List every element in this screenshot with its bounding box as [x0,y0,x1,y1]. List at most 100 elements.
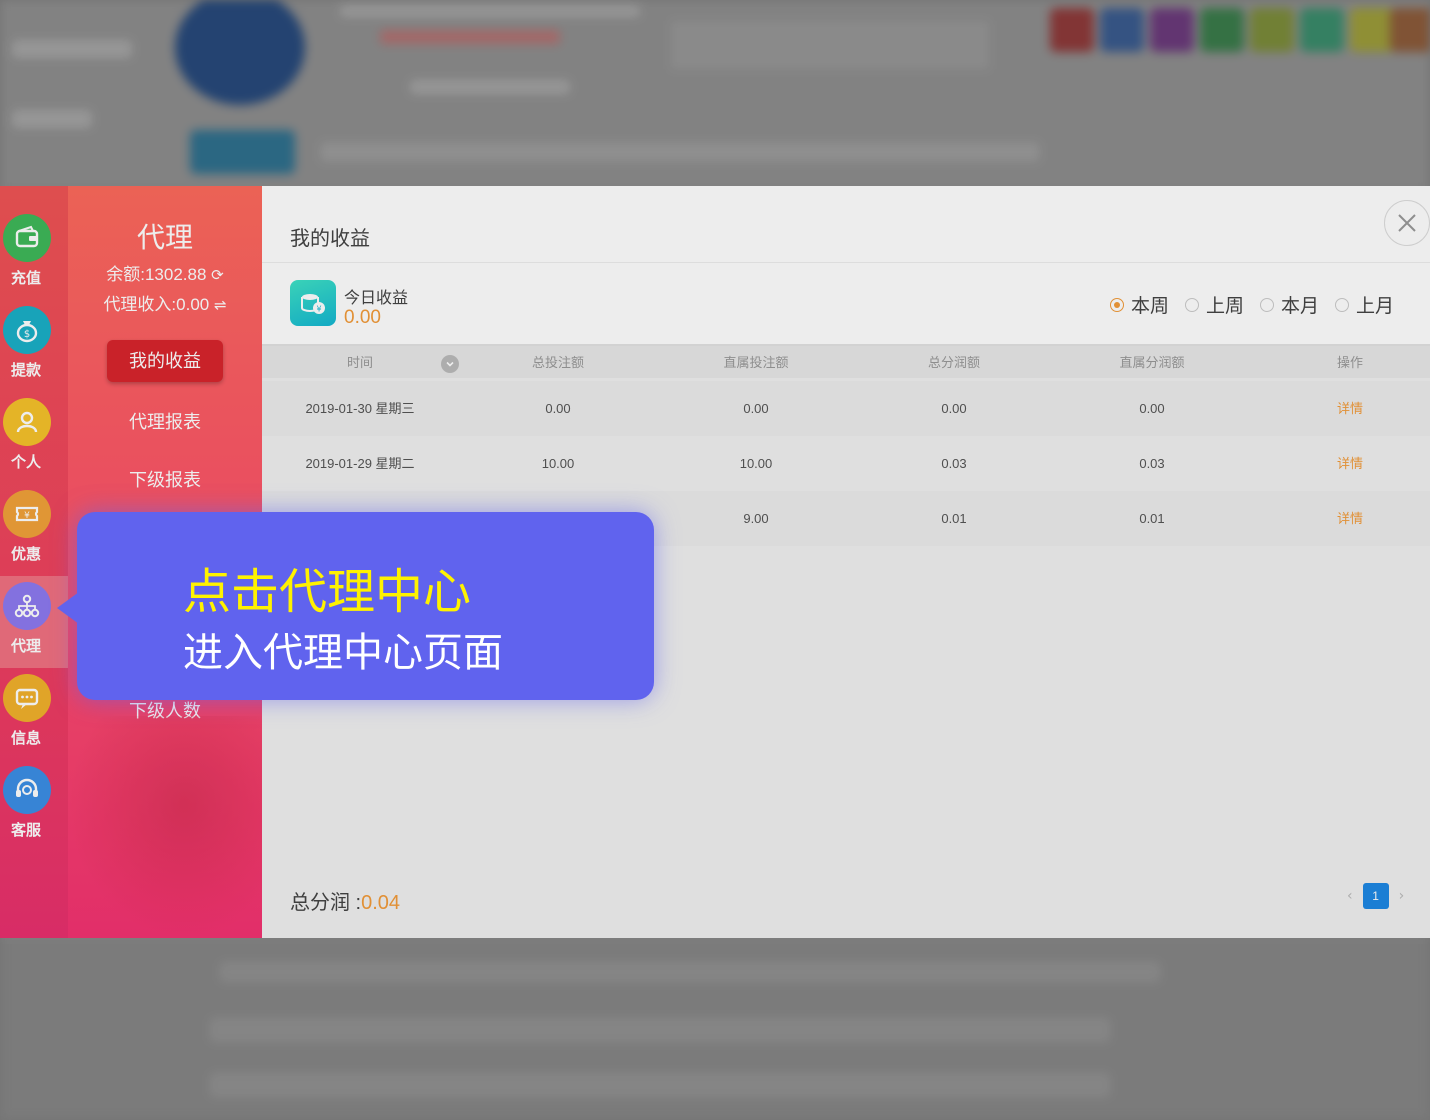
callout-pointer [57,592,79,624]
menu-label: 我的收益 [107,340,223,382]
range-this-month[interactable]: 本月 [1259,291,1319,318]
page-button[interactable]: 1 [1362,883,1389,909]
cell-direct-profit: 0.00 [1139,401,1165,416]
cell-direct-profit: 0.01 [1139,511,1165,526]
details-link[interactable]: 详情 [1251,436,1430,491]
prev-page-icon[interactable]: ‹ [1347,888,1353,904]
background-swatch [1390,8,1430,52]
radio-label: 本月 [1280,296,1319,317]
pagination: ‹ 1 › [1347,883,1404,909]
income-line: 代理收入:0.00 ⇌ [68,290,262,315]
range-last-week[interactable]: 上周 [1184,291,1244,318]
radio-label: 上周 [1205,296,1244,317]
user-icon [3,398,51,446]
background-swatch [1050,8,1094,52]
background-text [12,110,92,128]
background-swatch [1350,8,1394,52]
menu-my-earnings[interactable]: 我的收益 [68,340,262,382]
next-page-icon[interactable]: › [1399,888,1405,904]
range-selector: 本周 上周 本月 上月 [1109,291,1394,318]
agent-title: 代理 [136,222,193,253]
today-earnings-value: 0.00 [344,307,381,328]
icon-rail: 充值 $ 提款 个人 ¥ 优惠 代理 信息 客服 [0,186,68,938]
details-link[interactable]: 详情 [1251,491,1430,546]
background-text [210,1073,1110,1097]
table-row: 2019-01-29 星期二 10.00 10.00 0.03 0.03 详情 [262,436,1430,491]
background-text [220,962,1160,982]
rail-item-support[interactable]: 客服 [0,760,68,852]
menu-label: 下级报表 [129,470,201,490]
range-this-week[interactable]: 本周 [1109,291,1169,318]
background-text [670,20,990,70]
rail-label: 优惠 [10,546,41,563]
balance-line: 余额:1302.88 ⟳ [68,260,262,285]
cell-direct-bet: 10.00 [739,456,773,471]
radio-unchecked [1334,297,1349,312]
today-earnings-label: 今日收益 [344,290,409,307]
cell-total-profit: 0.01 [941,511,967,526]
message-icon [3,674,51,722]
col-header-total-profit: 总分润额 [927,355,980,370]
rail-label: 充值 [10,270,41,287]
background-text [340,5,640,17]
menu-sub-report[interactable]: 下级报表 [68,466,262,492]
col-header-direct-profit: 直属分润额 [1119,355,1185,370]
details-link[interactable]: 详情 [1251,381,1430,436]
great-wall-decoration [68,716,262,938]
background-text [380,30,560,44]
svg-text:¥: ¥ [24,511,30,521]
transfer-icon[interactable]: ⇌ [214,296,227,314]
menu-label: 代理报表 [129,412,201,432]
total-profit: 总分润 :0.04 [290,886,400,915]
close-button[interactable] [1384,200,1430,246]
table-row: 2019-01-30 星期三 0.00 0.00 0.00 0.00 详情 [262,381,1430,436]
radio-checked [1109,297,1124,312]
background-nav [320,142,1040,162]
range-last-month[interactable]: 上月 [1334,291,1394,318]
close-icon [1398,214,1416,232]
callout-subtitle: 进入代理中心页面 [183,631,503,675]
balance-text: 余额:1302.88 [106,265,207,284]
radio-unchecked [1259,297,1274,312]
rail-item-recharge[interactable]: 充值 [0,208,68,300]
rail-item-withdraw[interactable]: $ 提款 [0,300,68,392]
rail-label: 信息 [10,730,41,747]
table-header: 时间 总投注额 直属投注额 总分润额 直属分润额 操作 [262,344,1430,378]
cell-total-profit: 0.00 [941,401,967,416]
headset-icon [3,766,51,814]
callout-title: 点击代理中心 [183,566,472,619]
col-header-direct-bet: 直属投注额 [723,355,789,370]
money-bag-icon: $ [3,306,51,354]
background-swatch [1100,8,1144,52]
rail-label: 客服 [10,822,41,839]
tutorial-callout: 点击代理中心 进入代理中心页面 [57,512,654,700]
col-header-time: 时间 [346,355,373,370]
background-swatch [1300,8,1344,52]
rail-item-messages[interactable]: 信息 [0,668,68,760]
background-text [12,40,132,58]
col-header-total-bet: 总投注额 [531,355,584,370]
rail-label: 提款 [10,362,41,379]
col-header-action: 操作 [1336,355,1363,370]
cell-direct-bet: 0.00 [743,401,769,416]
coupon-icon: ¥ [3,490,51,538]
svg-text:¥: ¥ [316,305,321,314]
rail-item-promotions[interactable]: ¥ 优惠 [0,484,68,576]
total-profit-label: 总分润 : [290,892,362,914]
total-profit-value: 0.04 [361,892,401,914]
menu-agent-report[interactable]: 代理报表 [68,408,262,434]
background-swatch [1200,8,1244,52]
refresh-icon[interactable]: ⟳ [211,266,224,284]
background-text [410,80,570,94]
sort-button[interactable] [441,355,459,373]
cell-total-profit: 0.03 [941,456,967,471]
chevron-down-icon [446,361,454,367]
radio-unchecked [1184,297,1199,312]
rail-item-personal[interactable]: 个人 [0,392,68,484]
income-text: 代理收入:0.00 [103,295,210,314]
network-icon [3,582,51,630]
cell-direct-profit: 0.03 [1139,456,1165,471]
radio-label: 上月 [1355,296,1394,317]
rail-label: 个人 [10,454,41,471]
panel-title: 我的收益 [290,228,370,250]
